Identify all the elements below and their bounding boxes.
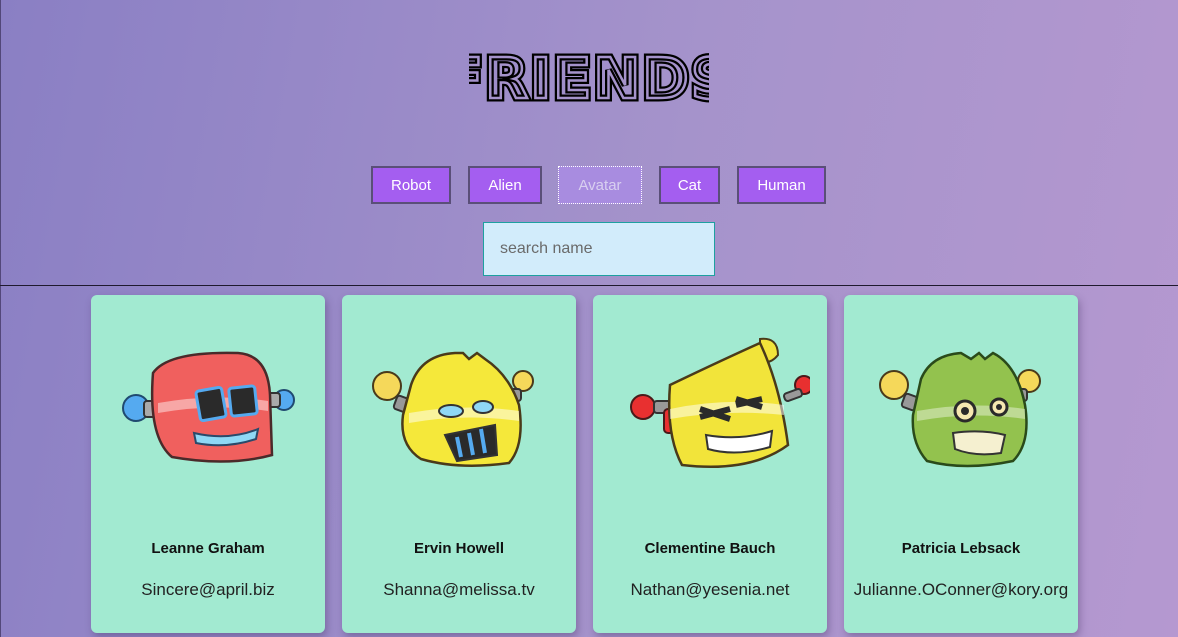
card-email: Julianne.OConner@kory.org (853, 580, 1069, 599)
card-name: Clementine Bauch (644, 540, 776, 557)
page-title: FRIENDS FRIENDS (0, 46, 1178, 116)
friend-card[interactable]: Patricia Lebsack Julianne.OConner@kory.o… (844, 295, 1078, 633)
filter-robot-button[interactable]: Robot (371, 166, 451, 204)
section-divider (0, 285, 1178, 286)
filter-bar: Robot Alien Avatar Cat Human (0, 166, 1178, 206)
card-name: Ervin Howell (413, 540, 505, 557)
card-email: Nathan@yesenia.net (630, 580, 790, 599)
card-name: Leanne Graham (151, 540, 265, 557)
card-email: Sincere@april.biz (141, 580, 275, 599)
filter-alien-button[interactable]: Alien (468, 166, 542, 204)
friend-card[interactable]: Ervin Howell Shanna@melissa.tv (342, 295, 576, 633)
filter-human-button[interactable]: Human (737, 166, 826, 204)
friend-card[interactable]: Clementine Bauch Nathan@yesenia.net (593, 295, 827, 633)
page-title-logo: FRIENDS FRIENDS (469, 46, 709, 108)
card-email: Shanna@melissa.tv (383, 580, 535, 599)
robot-avatar-icon (879, 351, 1041, 468)
card-name: Patricia Lebsack (901, 540, 1021, 557)
robot-avatar-icon (122, 351, 295, 463)
filter-cat-button[interactable]: Cat (659, 166, 720, 204)
robot-avatar-icon (372, 351, 534, 467)
filter-avatar-button[interactable]: Avatar (558, 166, 642, 204)
robot-avatar-icon (630, 337, 810, 468)
friend-card[interactable]: Leanne Graham Sincere@april.biz (91, 295, 325, 633)
page-title-text-inner: FRIENDS (469, 47, 709, 108)
search-input[interactable] (483, 222, 715, 276)
